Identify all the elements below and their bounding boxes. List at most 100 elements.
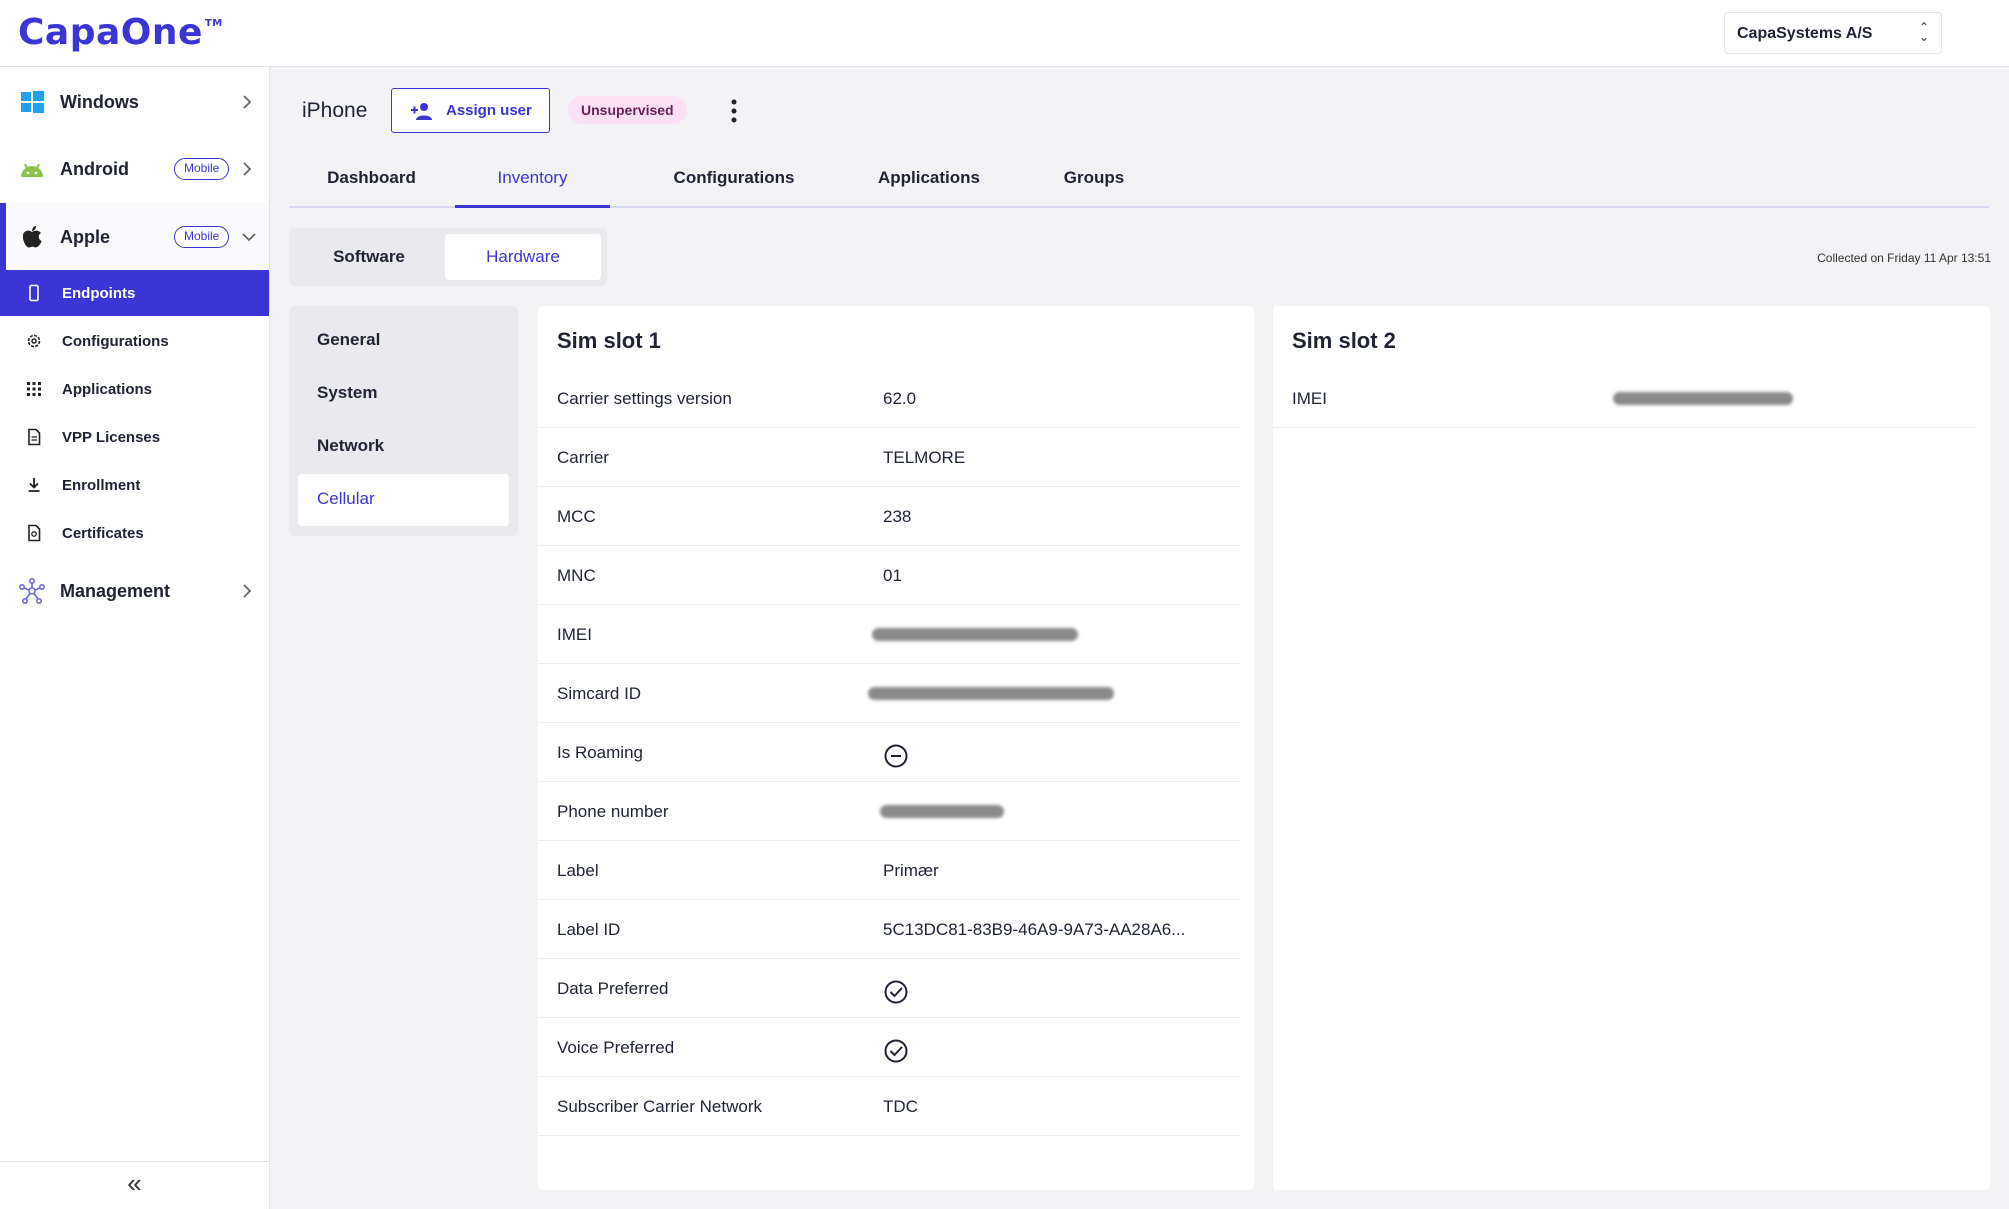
kv-value: TDC — [883, 1097, 918, 1116]
category-system[interactable]: System — [298, 368, 509, 420]
kv-row: IMEI — [538, 605, 1240, 664]
tab-dashboard[interactable]: Dashboard — [289, 158, 454, 208]
kv-key: Data Preferred — [557, 979, 669, 998]
certificate-icon — [28, 524, 41, 542]
sidebar-group-management[interactable]: Management — [0, 558, 269, 624]
more-options-icon[interactable] — [728, 98, 740, 124]
check-circle-icon — [884, 1039, 908, 1063]
kv-row: Is Roaming — [538, 723, 1240, 782]
kv-row: Label ID 5C13DC81-83B9-46A9-9A73-AA28A6.… — [538, 900, 1240, 959]
tab-applications[interactable]: Applications — [834, 158, 1024, 208]
kv-value: TELMORE — [883, 448, 966, 467]
kv-row: Phone number — [538, 782, 1240, 841]
top-bar: CapaOne TM CapaSystems A/S ⌃ ⌄ — [0, 0, 2009, 67]
kv-row: Carrier settings version 62.0 — [538, 369, 1240, 428]
tab-bar: Dashboard Inventory Configurations Appli… — [289, 158, 1989, 208]
kv-value: 01 — [883, 566, 902, 585]
assign-user-label: Assign user — [446, 102, 532, 119]
sidebar-group-windows[interactable]: Windows — [0, 69, 269, 135]
kv-key: Voice Preferred — [557, 1038, 675, 1057]
sidebar-group-label: Android — [60, 158, 129, 179]
apps-grid-icon — [27, 382, 41, 396]
kv-key: MNC — [557, 566, 596, 585]
hardware-category-list: General System Network Cellular — [289, 306, 518, 536]
sim-slot-2-card: Sim slot 2 IMEI — [1273, 306, 1990, 1190]
sidebar-group-label: Windows — [60, 91, 139, 112]
redacted-value — [868, 687, 1114, 700]
segment-hardware[interactable]: Hardware — [445, 234, 601, 280]
document-icon — [28, 428, 41, 446]
kv-key: IMEI — [1292, 389, 1327, 408]
sidebar-item-endpoints[interactable]: Endpoints — [0, 270, 269, 316]
tab-inventory[interactable]: Inventory — [455, 158, 610, 208]
sidebar-group-android[interactable]: Android Mobile — [0, 136, 269, 202]
tab-configurations[interactable]: Configurations — [634, 158, 834, 208]
sidebar-item-applications[interactable]: Applications — [0, 366, 269, 412]
sidebar-item-vpp-licenses[interactable]: VPP Licenses — [0, 414, 269, 460]
sidebar-item-label: Applications — [62, 380, 153, 398]
segment-software[interactable]: Software — [295, 234, 443, 280]
check-circle-icon — [884, 980, 908, 1004]
sidebar-group-apple[interactable]: Apple Mobile — [0, 203, 269, 271]
kv-row: Data Preferred — [538, 959, 1240, 1018]
kv-row: Label Primær — [538, 841, 1240, 900]
status-badge: Unsupervised — [568, 96, 687, 124]
download-icon — [28, 478, 40, 492]
sidebar-item-label: VPP Licenses — [62, 428, 161, 446]
redacted-value — [1613, 392, 1793, 405]
mobile-badge: Mobile — [174, 158, 230, 180]
capaone-logo[interactable]: CapaOne TM — [18, 12, 223, 53]
kv-key: Carrier settings version — [557, 389, 732, 408]
sidebar-item-certificates[interactable]: Certificates — [0, 510, 269, 556]
sidebar-group-label: Management — [60, 580, 171, 601]
kv-value: 62.0 — [883, 389, 917, 408]
sidebar-item-label: Enrollment — [62, 476, 141, 494]
sidebar-item-label: Certificates — [62, 524, 144, 542]
sim-slot-1-card: Sim slot 1 Carrier settings version 62.0… — [538, 306, 1254, 1190]
tab-groups[interactable]: Groups — [1024, 158, 1164, 208]
redacted-value — [880, 805, 1004, 818]
kv-key: Label — [557, 861, 599, 880]
category-cellular[interactable]: Cellular — [298, 474, 509, 526]
chevron-right-icon — [243, 162, 252, 176]
kv-value: 5C13DC81-83B9-46A9-9A73-AA28A6... — [883, 920, 1186, 939]
sidebar-item-enrollment[interactable]: Enrollment — [0, 462, 269, 508]
organization-select[interactable]: CapaSystems A/S ⌃ ⌄ — [1724, 12, 1942, 54]
chevron-right-icon — [243, 584, 252, 598]
phone-icon — [29, 284, 39, 302]
organization-select-value: CapaSystems A/S — [1737, 25, 1873, 42]
kv-key: Is Roaming — [557, 743, 643, 762]
kv-row: Carrier TELMORE — [538, 428, 1240, 487]
inventory-segment-control: Software Hardware — [289, 228, 607, 286]
kv-row: Subscriber Carrier Network TDC — [538, 1077, 1240, 1136]
sim-slot-1-title: Sim slot 1 — [557, 328, 661, 353]
collapse-sidebar-button[interactable]: « — [0, 1161, 269, 1209]
kv-row: Simcard ID — [538, 664, 1240, 723]
sidebar-item-label: Configurations — [62, 332, 169, 350]
assign-user-button[interactable]: Assign user — [391, 88, 550, 133]
kv-row: MNC 01 — [538, 546, 1240, 605]
sidebar-item-label: Endpoints — [62, 284, 136, 302]
android-icon — [21, 163, 43, 177]
sidebar: Windows Android Mobile Apple Mobile Endp… — [0, 67, 270, 1209]
page-title: iPhone — [302, 99, 368, 122]
kv-key: Carrier — [557, 448, 609, 467]
kv-key: IMEI — [557, 625, 592, 644]
category-network[interactable]: Network — [298, 421, 509, 473]
kv-row: MCC 238 — [538, 487, 1240, 546]
kv-row: IMEI — [1273, 369, 1976, 428]
minus-circle-icon — [884, 744, 908, 768]
kv-key: Label ID — [557, 920, 621, 939]
gear-icon — [27, 334, 41, 348]
redacted-value — [872, 628, 1078, 641]
sidebar-item-configurations[interactable]: Configurations — [0, 318, 269, 364]
network-nodes-icon — [18, 577, 45, 604]
collected-timestamp: Collected on Friday 11 Apr 13:51 — [1817, 251, 1991, 265]
kv-key: MCC — [557, 507, 596, 526]
sidebar-group-label: Apple — [60, 226, 111, 247]
kv-row: Voice Preferred — [538, 1018, 1240, 1077]
chevron-down-icon — [242, 233, 256, 242]
kv-key: Subscriber Carrier Network — [557, 1097, 762, 1116]
updown-chevron-icon: ⌃ ⌄ — [1918, 20, 1929, 44]
category-general[interactable]: General — [298, 315, 509, 367]
